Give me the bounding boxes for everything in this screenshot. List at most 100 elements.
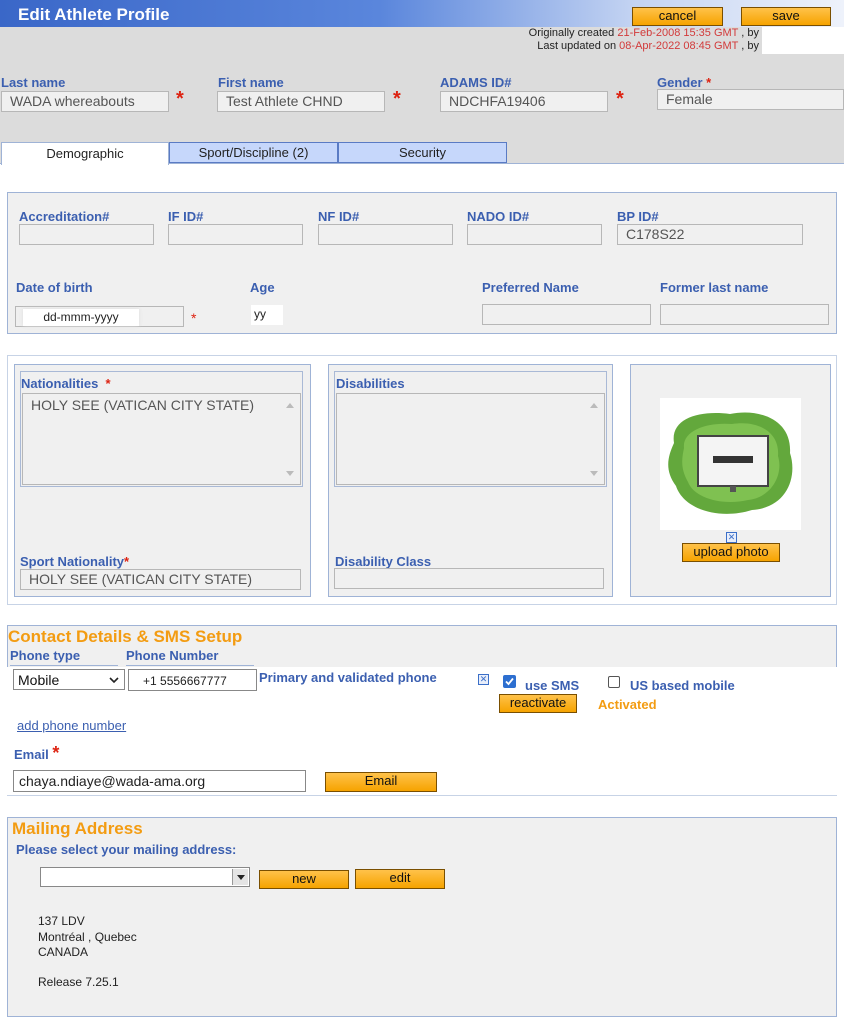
edit-address-button[interactable]: edit bbox=[355, 869, 445, 889]
dob-label: Date of birth bbox=[16, 280, 93, 295]
contact-heading: Contact Details & SMS Setup bbox=[8, 627, 243, 646]
reactivate-button[interactable]: reactivate bbox=[499, 694, 577, 713]
phone-type-value: Mobile bbox=[18, 672, 60, 688]
accreditation-label: Accreditation# bbox=[19, 209, 110, 224]
last-name-label: Last name bbox=[1, 75, 66, 90]
gender-select[interactable]: Female bbox=[657, 89, 844, 110]
accreditation-field[interactable] bbox=[19, 224, 154, 245]
bp-id-label: BP ID# bbox=[617, 209, 659, 224]
former-last-name-label: Former last name bbox=[660, 280, 769, 295]
updated-label: Last updated on bbox=[537, 40, 617, 52]
save-button[interactable]: save bbox=[741, 7, 831, 26]
scroll-up-icon[interactable] bbox=[286, 403, 294, 408]
scroll-up-icon[interactable] bbox=[590, 403, 598, 408]
created-by: , by bbox=[741, 27, 759, 39]
use-sms-label: use SMS bbox=[525, 678, 580, 693]
chevron-down-icon bbox=[109, 677, 119, 684]
updated-date: 08-Apr-2022 08:45 GMT bbox=[619, 40, 739, 52]
gender-required: * bbox=[706, 75, 712, 90]
address-line-3: CANADA bbox=[38, 945, 89, 959]
dob-required: * bbox=[191, 310, 197, 326]
preferred-name-field[interactable] bbox=[482, 304, 651, 325]
adams-id-required: * bbox=[616, 88, 624, 110]
nationalities-list-item[interactable]: HOLY SEE (VATICAN CITY STATE) bbox=[31, 397, 254, 413]
contact-bottom-line bbox=[7, 795, 837, 796]
disabilities-list[interactable] bbox=[336, 393, 605, 485]
if-id-label: IF ID# bbox=[168, 209, 204, 224]
photo-image bbox=[668, 412, 793, 514]
address-line-2: Montréal , Quebec bbox=[38, 930, 137, 944]
us-mobile-checkbox[interactable] bbox=[608, 676, 620, 688]
address-line-1: 137 LDV bbox=[38, 914, 85, 928]
nf-id-label: NF ID# bbox=[318, 209, 360, 224]
dob-value-overlay: dd-mmm-yyyy bbox=[23, 309, 139, 326]
scroll-down-icon[interactable] bbox=[590, 471, 598, 476]
last-name-field[interactable]: WADA whereabouts bbox=[1, 91, 169, 112]
page-title: Edit Athlete Profile bbox=[18, 5, 170, 24]
updated-info: Last updated on 08-Apr-2022 08:45 GMT , … bbox=[537, 40, 759, 52]
athlete-photo bbox=[660, 398, 801, 530]
preferred-name-label: Preferred Name bbox=[482, 280, 579, 295]
dropdown-arrow-icon[interactable] bbox=[232, 869, 248, 885]
us-mobile-label: US based mobile bbox=[630, 678, 735, 693]
tab-security[interactable]: Security bbox=[338, 142, 507, 163]
sport-nationality-required: * bbox=[124, 554, 130, 569]
email-button[interactable]: Email bbox=[325, 772, 437, 792]
primary-phone-close-icon[interactable]: ✕ bbox=[478, 674, 489, 685]
release-version: Release 7.25.1 bbox=[38, 975, 119, 989]
checkmark-icon bbox=[505, 677, 514, 686]
tab-sport-discipline[interactable]: Sport/Discipline (2) bbox=[169, 142, 338, 163]
last-name-required: * bbox=[176, 88, 184, 110]
phone-number-value: +1 5556667777 bbox=[143, 674, 227, 688]
first-name-required: * bbox=[393, 88, 401, 110]
age-value: yy bbox=[251, 305, 283, 325]
created-date: 21-Feb-2008 15:35 GMT bbox=[617, 27, 739, 39]
remove-photo-icon[interactable]: ✕ bbox=[726, 532, 737, 543]
if-id-field[interactable] bbox=[168, 224, 303, 245]
email-field[interactable]: chaya.ndiaye@wada-ama.org bbox=[13, 770, 306, 792]
sport-nationality-label-text: Sport Nationality bbox=[20, 554, 125, 569]
use-sms-checkbox[interactable] bbox=[503, 675, 516, 688]
former-last-name-field[interactable] bbox=[660, 304, 829, 325]
tab-demographic[interactable]: Demographic bbox=[1, 142, 169, 165]
adams-id-label: ADAMS ID# bbox=[440, 75, 512, 90]
upload-photo-button[interactable]: upload photo bbox=[682, 543, 780, 562]
bp-id-field[interactable]: C178S22 bbox=[617, 224, 803, 245]
mailing-address-select[interactable] bbox=[40, 867, 250, 887]
phone-number-label: Phone Number bbox=[126, 648, 254, 666]
email-value: chaya.ndiaye@wada-ama.org bbox=[19, 773, 206, 789]
phone-number-field[interactable]: +1 5556667777 bbox=[128, 669, 257, 691]
nf-id-field[interactable] bbox=[318, 224, 453, 245]
updated-by: , by bbox=[741, 40, 759, 52]
sport-nationality-label: Sport Nationality* bbox=[20, 554, 129, 569]
new-address-button[interactable]: new bbox=[259, 870, 349, 889]
disability-class-field[interactable] bbox=[334, 568, 604, 589]
white-patch bbox=[762, 27, 844, 54]
email-label-text: Email bbox=[14, 747, 49, 762]
disability-class-label: Disability Class bbox=[335, 554, 432, 569]
scroll-down-icon[interactable] bbox=[286, 471, 294, 476]
phone-type-label: Phone type bbox=[10, 648, 118, 666]
nationalities-label: Nationalities * bbox=[21, 376, 111, 391]
phone-type-select[interactable]: Mobile bbox=[13, 669, 125, 690]
nado-id-field[interactable] bbox=[467, 224, 602, 245]
activated-status: Activated bbox=[598, 697, 657, 712]
cancel-button[interactable]: cancel bbox=[632, 7, 723, 26]
nado-id-label: NADO ID# bbox=[467, 209, 530, 224]
adams-id-field[interactable]: NDCHFA19406 bbox=[440, 91, 608, 112]
email-label: Email * bbox=[14, 743, 59, 768]
primary-phone-label: Primary and validated phone bbox=[259, 670, 437, 685]
add-phone-link[interactable]: add phone number bbox=[17, 718, 126, 733]
age-label: Age bbox=[250, 280, 275, 295]
first-name-field[interactable]: Test Athlete CHND bbox=[217, 91, 385, 112]
created-label: Originally created bbox=[528, 27, 615, 39]
nationalities-label-text: Nationalities bbox=[21, 376, 99, 391]
email-required: * bbox=[52, 743, 60, 763]
disabilities-label: Disabilities bbox=[336, 376, 405, 391]
nationalities-required: * bbox=[105, 376, 111, 391]
created-info: Originally created 21-Feb-2008 15:35 GMT… bbox=[529, 27, 759, 39]
sport-nationality-field[interactable]: HOLY SEE (VATICAN CITY STATE) bbox=[20, 569, 301, 590]
gender-label-text: Gender bbox=[657, 75, 703, 90]
nationalities-list[interactable]: HOLY SEE (VATICAN CITY STATE) bbox=[22, 393, 301, 485]
first-name-label: First name bbox=[218, 75, 284, 90]
